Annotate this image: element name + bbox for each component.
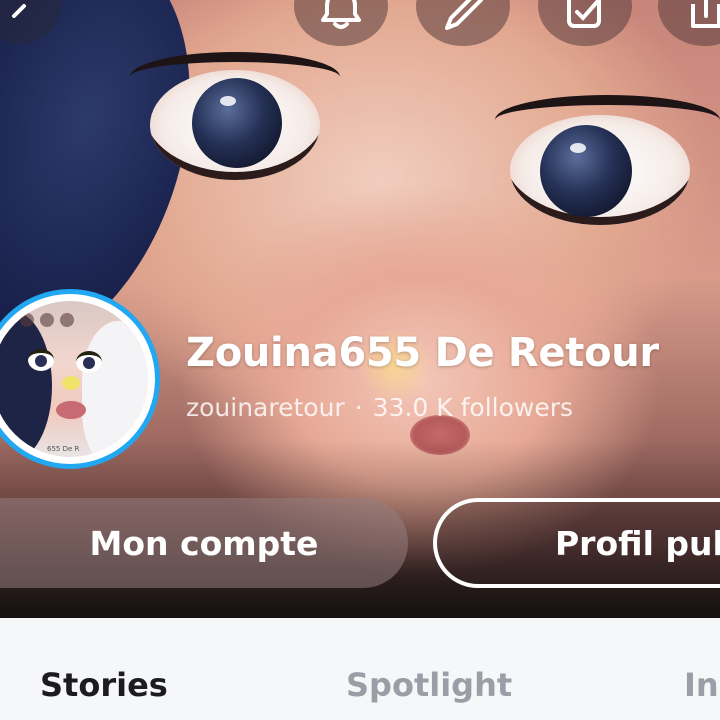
avatar-left-eye xyxy=(28,349,54,371)
display-name: Zouina655 De Retour xyxy=(186,330,659,376)
avatar: 655 De R xyxy=(0,301,148,457)
avatar-scarf xyxy=(82,321,148,457)
avatar-caption: 655 De R xyxy=(47,445,80,453)
cover-right-lashes xyxy=(495,95,720,145)
username[interactable]: zouinaretour xyxy=(186,393,345,422)
subtitle-separator: · xyxy=(354,393,363,422)
tab-stories[interactable]: Stories xyxy=(40,666,168,704)
share-icon xyxy=(691,0,720,28)
bell-icon xyxy=(321,0,361,29)
avatar-mini-toolbar xyxy=(20,313,74,327)
avatar-mini-edit-icon xyxy=(60,313,74,327)
profile-subtitle: zouinaretour · 33.0 K followers xyxy=(186,393,573,422)
avatar-mini-pencil-icon xyxy=(40,313,54,327)
cover-left-lashes xyxy=(130,52,340,102)
public-profile-label: Profil public xyxy=(555,523,720,563)
back-icon xyxy=(12,4,26,18)
profile-screen: 655 De R Zouina655 De Retour zouinaretou… xyxy=(0,0,720,720)
profile-tabs: Stories Spotlight Insights xyxy=(0,618,720,720)
my-account-button[interactable]: Mon compte xyxy=(0,498,408,588)
tab-insights[interactable]: Insights xyxy=(684,666,720,704)
avatar-right-eye xyxy=(76,351,102,373)
avatar-nose xyxy=(62,376,80,390)
public-profile-button[interactable]: Profil public xyxy=(433,498,720,588)
my-account-label: Mon compte xyxy=(89,523,319,563)
avatar-lips xyxy=(56,401,86,419)
followers-count[interactable]: 33.0 K followers xyxy=(373,393,573,422)
avatar-hair xyxy=(0,311,52,457)
avatar-mini-bell-icon xyxy=(20,313,34,327)
pencil-icon xyxy=(445,0,483,30)
tab-spotlight[interactable]: Spotlight xyxy=(346,666,512,704)
edit-square-icon xyxy=(567,0,601,28)
